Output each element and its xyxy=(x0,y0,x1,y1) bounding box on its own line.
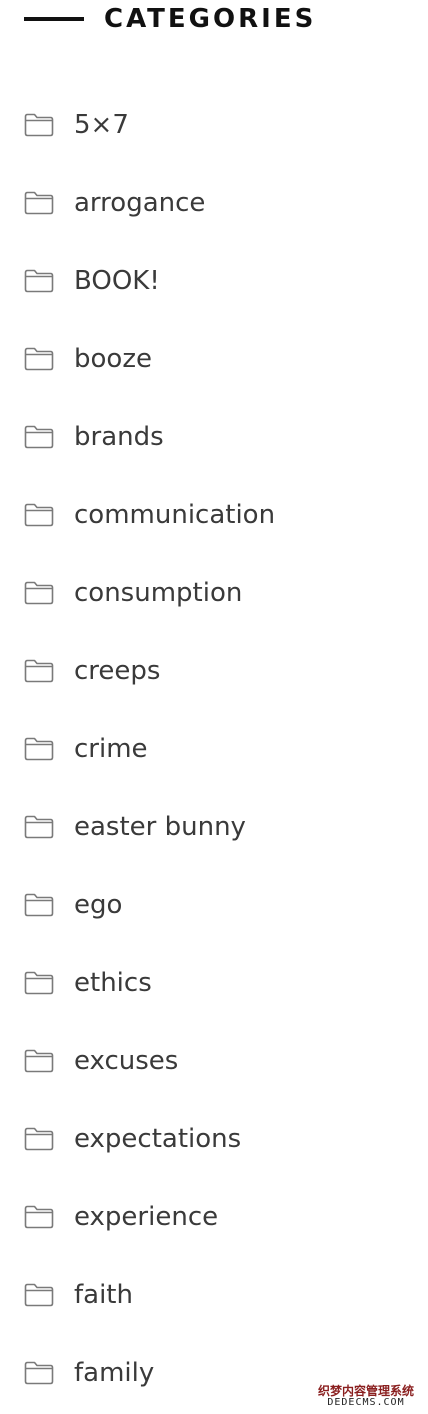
folder-icon xyxy=(24,971,54,995)
category-link[interactable]: booze xyxy=(74,346,152,372)
folder-icon xyxy=(24,1049,54,1073)
category-item[interactable]: consumption xyxy=(0,554,428,632)
watermark-line1: 织梦内容管理系统 xyxy=(317,1383,414,1398)
folder-icon xyxy=(24,893,54,917)
category-link[interactable]: experience xyxy=(74,1204,218,1230)
category-link[interactable]: family xyxy=(74,1360,154,1386)
category-item[interactable]: crime xyxy=(0,710,428,788)
folder-icon xyxy=(24,1205,54,1229)
category-list: 5×7 arrogance BOOK! booze brands communicatio… xyxy=(0,86,428,1412)
folder-icon xyxy=(24,581,54,605)
widget-heading: CATEGORIES xyxy=(24,0,316,38)
category-item[interactable]: communication xyxy=(0,476,428,554)
category-item[interactable]: brands xyxy=(0,398,428,476)
category-item[interactable]: excuses xyxy=(0,1022,428,1100)
folder-icon xyxy=(24,113,54,137)
folder-icon xyxy=(24,737,54,761)
category-link[interactable]: excuses xyxy=(74,1048,178,1074)
category-link[interactable]: communication xyxy=(74,502,275,528)
folder-icon xyxy=(24,347,54,371)
category-item[interactable]: ego xyxy=(0,866,428,944)
category-item[interactable]: BOOK! xyxy=(0,242,428,320)
category-link[interactable]: expectations xyxy=(74,1126,241,1152)
folder-icon xyxy=(24,815,54,839)
category-link[interactable]: crime xyxy=(74,736,148,762)
category-link[interactable]: ego xyxy=(74,892,122,918)
category-link[interactable]: consumption xyxy=(74,580,242,606)
category-item[interactable]: creeps xyxy=(0,632,428,710)
heading-rule xyxy=(24,17,84,21)
category-link[interactable]: BOOK! xyxy=(74,268,160,294)
category-link[interactable]: brands xyxy=(74,424,164,450)
folder-icon xyxy=(24,1283,54,1307)
folder-icon xyxy=(24,1127,54,1151)
category-link[interactable]: faith xyxy=(74,1282,133,1308)
category-link[interactable]: ethics xyxy=(74,970,152,996)
widget-title: CATEGORIES xyxy=(104,4,317,34)
category-item[interactable]: ethics xyxy=(0,944,428,1022)
category-item[interactable]: 5×7 xyxy=(0,86,428,164)
category-item[interactable]: faith xyxy=(0,1256,428,1334)
folder-icon xyxy=(24,1361,54,1385)
category-link[interactable]: creeps xyxy=(74,658,160,684)
folder-icon xyxy=(24,503,54,527)
folder-icon xyxy=(24,425,54,449)
folder-icon xyxy=(24,191,54,215)
watermark-line2: DEDECMS.COM xyxy=(327,1396,405,1408)
category-item[interactable]: expectations xyxy=(0,1100,428,1178)
folder-icon xyxy=(24,659,54,683)
category-item[interactable]: easter bunny xyxy=(0,788,428,866)
category-link[interactable]: 5×7 xyxy=(74,112,129,138)
category-item[interactable]: arrogance xyxy=(0,164,428,242)
category-link[interactable]: easter bunny xyxy=(74,814,246,840)
watermark: 织梦内容管理系统 DEDECMS.COM xyxy=(314,1385,418,1408)
folder-icon xyxy=(24,269,54,293)
category-link[interactable]: arrogance xyxy=(74,190,205,216)
category-item[interactable]: booze xyxy=(0,320,428,398)
category-item[interactable]: experience xyxy=(0,1178,428,1256)
